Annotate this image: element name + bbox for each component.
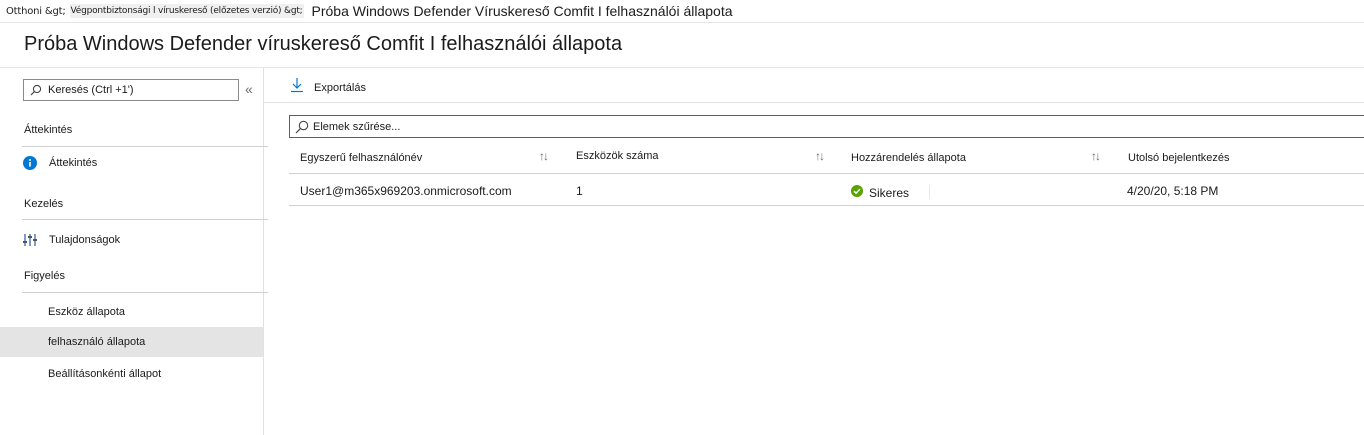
page-title: Próba Windows Defender víruskereső Comfi… <box>24 33 623 55</box>
sidebar-item-label: felhasználó állapota <box>48 336 146 348</box>
section-heading-manage: Kezelés <box>24 198 64 210</box>
sidebar-item-per-setting-status[interactable]: Beállításonkénti állapot <box>0 359 263 389</box>
filter-input[interactable]: Elemek szűrése... <box>289 115 1364 138</box>
breadcrumb-current: Próba Windows Defender Víruskereső Comfi… <box>311 3 733 19</box>
sidebar: Keresés (Ctrl +1') « Áttekintés Áttekint… <box>0 68 268 435</box>
download-icon <box>290 77 304 98</box>
checkmark-circle-icon <box>851 184 863 202</box>
sidebar-item-overview[interactable]: Áttekintés <box>0 148 263 178</box>
cell-username: User1@m365x969203.onmicrosoft.com <box>300 184 512 198</box>
section-heading-monitor: Figyelés <box>24 270 65 282</box>
sidebar-item-label: Tulajdonságok <box>49 234 121 246</box>
sidebar-item-label: Áttekintés <box>49 157 98 169</box>
section-divider <box>22 219 268 220</box>
table-row[interactable]: User1@m365x969203.onmicrosoft.com 1 Sike… <box>289 174 1364 206</box>
info-icon <box>23 156 47 170</box>
breadcrumb-home[interactable]: Otthoni &gt; <box>6 6 66 17</box>
sidebar-item-properties[interactable]: Tulajdonságok <box>0 225 263 255</box>
search-icon <box>291 120 313 134</box>
sort-icon[interactable]: ↑↓ <box>539 149 549 163</box>
cell-assignment-status: Sikeres <box>851 184 909 202</box>
column-header-device-count[interactable]: Eszközök száma <box>576 150 659 162</box>
sidebar-search-placeholder: Keresés (Ctrl +1') <box>48 84 134 96</box>
sidebar-search-input[interactable]: Keresés (Ctrl +1') <box>23 79 239 101</box>
breadcrumb-parent[interactable]: Végpontbiztonsági l víruskereső (előzete… <box>69 4 304 18</box>
export-button[interactable]: Exportálás <box>290 77 366 98</box>
section-divider <box>22 292 268 293</box>
command-bar: Exportálás <box>264 68 1364 103</box>
search-icon <box>24 84 48 96</box>
export-label: Exportálás <box>314 81 366 94</box>
section-heading-overview: Áttekintés <box>24 124 73 136</box>
column-header-assignment-status[interactable]: Hozzárendelés állapota <box>851 152 966 164</box>
properties-icon <box>23 233 47 247</box>
sort-icon[interactable]: ↑↓ <box>1091 149 1101 163</box>
sidebar-item-label: Eszköz állapota <box>48 306 126 318</box>
sidebar-item-label: Beállításonkénti állapot <box>48 368 162 380</box>
column-header-last-signin[interactable]: Utolsó bejelentkezés <box>1128 152 1230 164</box>
section-divider <box>22 146 268 147</box>
cell-divider <box>929 185 930 199</box>
filter-placeholder: Elemek szűrése... <box>313 120 401 133</box>
page-header: Próba Windows Defender víruskereső Comfi… <box>0 22 1364 68</box>
cell-device-count: 1 <box>576 184 583 198</box>
sidebar-item-device-status[interactable]: Eszköz állapota <box>0 297 263 327</box>
status-label: Sikeres <box>869 186 910 200</box>
column-header-username[interactable]: Egyszerű felhasználónév <box>300 152 422 164</box>
breadcrumb: Otthoni &gt; Végpontbiztonsági l víruske… <box>0 0 1364 22</box>
collapse-sidebar-icon[interactable]: « <box>245 81 253 97</box>
cell-last-signin: 4/20/20, 5:18 PM <box>1127 184 1219 198</box>
sort-icon[interactable]: ↑↓ <box>815 149 825 163</box>
table-header: Egyszerű felhasználónév ↑↓ Eszközök szám… <box>289 145 1364 174</box>
sidebar-item-user-status[interactable]: felhasználó állapota <box>0 327 263 357</box>
